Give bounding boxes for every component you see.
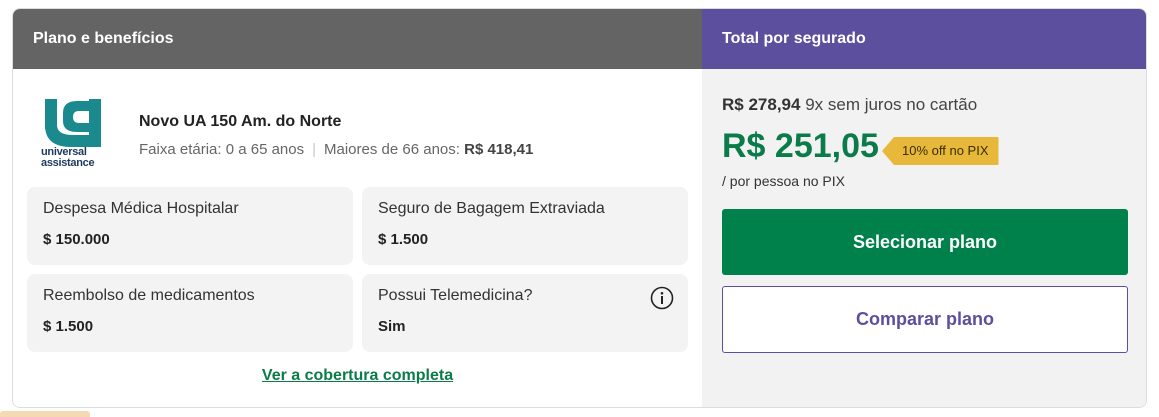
age-range: Faixa etária: 0 a 65 anos xyxy=(139,141,305,158)
card-terms: 9x sem juros no cartão xyxy=(805,95,978,114)
benefit-medical-expense: Despesa Médica Hospitalar $ 150.000 xyxy=(27,187,353,265)
info-icon[interactable] xyxy=(650,286,674,310)
benefit-label: Despesa Médica Hospitalar xyxy=(43,200,239,217)
next-card-edge xyxy=(0,411,90,417)
benefit-lost-baggage: Seguro de Bagagem Extraviada $ 1.500 xyxy=(362,187,688,265)
benefit-label: Possui Telemedicina? xyxy=(378,287,533,304)
compare-plan-button[interactable]: Comparar plano xyxy=(722,286,1128,353)
benefit-label: Reembolso de medicamentos xyxy=(43,287,255,304)
pix-discount-badge: 10% off no PIX xyxy=(882,137,999,165)
universal-assistance-logo: universal assistance xyxy=(41,99,107,175)
logo-wordmark: universal assistance xyxy=(41,147,107,169)
total-per-insured-header: Total por segurado xyxy=(702,9,1146,69)
plan-age-info: Faixa etária: 0 a 65 anos | Maiores de 66 … xyxy=(139,141,533,158)
pix-price: R$ 251,05 xyxy=(722,127,879,165)
pricing-panel: R$ 278,94 9x sem juros no cartão R$ 251,… xyxy=(702,69,1146,407)
separator: | xyxy=(312,141,317,158)
plan-name: Novo UA 150 Am. do Norte xyxy=(139,113,342,130)
plan-details-panel: universal assistance Novo UA 150 Am. do … xyxy=(13,69,702,407)
benefit-value: $ 150.000 xyxy=(43,231,110,248)
plan-benefits-header: Plano e benefícios xyxy=(13,9,702,69)
card-installment-price: R$ 278,94 9x sem juros no cartão xyxy=(722,95,977,115)
benefit-value: Sim xyxy=(378,318,406,335)
benefit-telemedicine: Possui Telemedicina? Sim xyxy=(362,274,688,352)
card-price: R$ 278,94 xyxy=(722,95,801,114)
per-person-note: / por pessoa no PIX xyxy=(722,173,845,189)
benefit-medication-refund: Reembolso de medicamentos $ 1.500 xyxy=(27,274,353,352)
benefit-label: Seguro de Bagagem Extraviada xyxy=(378,200,605,217)
benefit-value: $ 1.500 xyxy=(43,318,94,335)
plan-card: Plano e benefícios Total por segurado un… xyxy=(12,8,1147,408)
benefit-value: $ 1.500 xyxy=(378,231,429,248)
over-66-label: Maiores de 66 anos: xyxy=(324,141,460,158)
logo-mark-icon xyxy=(45,99,101,147)
full-coverage-link[interactable]: Ver a cobertura completa xyxy=(13,367,702,385)
select-plan-button[interactable]: Selecionar plano xyxy=(722,209,1128,275)
over-66-price: R$ 418,41 xyxy=(464,141,534,158)
logo-text-line2: assistance xyxy=(41,157,95,169)
